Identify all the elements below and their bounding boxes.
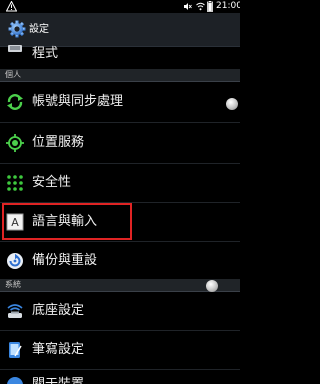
settings-item-backup-reset[interactable]: 備份與重設 (0, 242, 240, 279)
location-target-icon (6, 134, 24, 152)
title-bar: 設定 (0, 13, 240, 47)
backup-restore-icon (7, 253, 23, 269)
settings-item-label: 備份與重設 (32, 253, 98, 268)
settings-item-about[interactable]: 關于裝置 (0, 370, 240, 384)
scroll-indicator-knob[interactable] (226, 98, 238, 110)
battery-icon (207, 1, 213, 12)
settings-item-label: 位置服務 (32, 135, 85, 150)
settings-item-apps[interactable]: 程式 (0, 45, 240, 69)
security-dots-grid-icon (7, 175, 23, 191)
settings-gear-icon (8, 20, 26, 38)
pen-tablet-icon (9, 342, 22, 358)
settings-item-label: 底座設定 (32, 303, 85, 318)
wifi-icon (196, 2, 205, 11)
settings-screen: 21:00 設定 程式 個人 帳號與同步處理 位置服務 安全性 A 語言與輸入 … (0, 0, 240, 384)
settings-item-location[interactable]: 位置服務 (0, 123, 240, 163)
mute-icon (184, 3, 192, 10)
section-header-personal: 個人 (0, 69, 240, 82)
scroll-indicator-knob[interactable] (206, 280, 218, 292)
settings-item-security[interactable]: 安全性 (0, 164, 240, 202)
apps-icon (8, 45, 22, 52)
highlight-box (2, 203, 132, 240)
info-icon (7, 377, 23, 384)
settings-item-dock[interactable]: 底座設定 (0, 292, 240, 330)
section-header-label: 個人 (5, 70, 21, 79)
section-header-label: 系統 (5, 280, 21, 289)
warning-icon (6, 1, 17, 12)
settings-item-label: 安全性 (32, 175, 72, 190)
dock-icon (7, 304, 23, 318)
settings-item-accounts-sync[interactable]: 帳號與同步處理 (0, 82, 240, 122)
settings-item-pen[interactable]: 筆寫設定 (0, 331, 240, 369)
section-header-system: 系統 (0, 279, 240, 292)
status-time: 21:00 (216, 1, 240, 11)
settings-item-label: 帳號與同步處理 (32, 94, 124, 109)
page-title: 設定 (29, 24, 49, 35)
settings-item-label: 筆寫設定 (32, 342, 85, 357)
settings-item-label: 關于裝置 (32, 376, 84, 384)
status-bar: 21:00 (0, 0, 240, 13)
sync-icon (7, 94, 23, 110)
settings-item-label: 程式 (32, 46, 59, 61)
